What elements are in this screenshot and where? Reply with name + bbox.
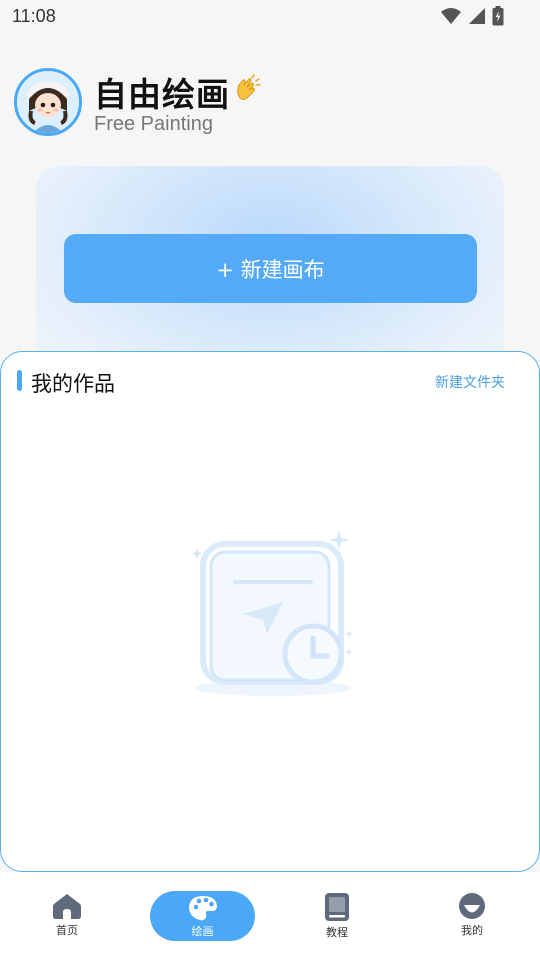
page-title: 自由绘画: [94, 75, 230, 114]
new-canvas-button[interactable]: + 新建画布: [64, 234, 477, 303]
nav-item-tutorial[interactable]: 教程: [287, 892, 387, 948]
bottom-nav: 首页 绘画 教程 我的: [0, 872, 540, 960]
profile-icon: [459, 893, 485, 919]
battery-icon: [492, 6, 504, 26]
palette-icon: [188, 896, 217, 921]
nav-item-home[interactable]: 首页: [17, 892, 117, 948]
nav-item-mine[interactable]: 我的: [422, 892, 522, 948]
avatar: [14, 68, 82, 136]
status-icons: [440, 6, 504, 26]
new-folder-link[interactable]: 新建文件夹: [435, 372, 505, 392]
home-icon: [53, 894, 81, 919]
page-subtitle: Free Painting: [94, 113, 213, 135]
nav-label-mine: 我的: [461, 924, 483, 937]
my-works-title: 我的作品: [31, 372, 115, 396]
nav-label-home: 首页: [56, 924, 78, 937]
page-header: 自由绘画 Free Painting: [14, 68, 514, 138]
status-bar: 11:08: [0, 0, 540, 36]
wifi-icon: [441, 8, 461, 24]
signal-icon: [469, 8, 485, 24]
nav-item-painting[interactable]: 绘画: [150, 891, 255, 941]
nav-label-painting: 绘画: [191, 925, 214, 938]
my-works-panel: 我的作品 新建文件夹: [0, 351, 540, 872]
empty-state-icon: [191, 530, 353, 696]
book-icon: [325, 893, 349, 921]
status-time: 11:08: [12, 6, 56, 26]
nav-label-tutorial: 教程: [326, 926, 348, 939]
clapping-hands-icon: [237, 74, 261, 100]
section-accent-bar: [17, 370, 22, 391]
girl-avatar-icon: [17, 71, 79, 133]
